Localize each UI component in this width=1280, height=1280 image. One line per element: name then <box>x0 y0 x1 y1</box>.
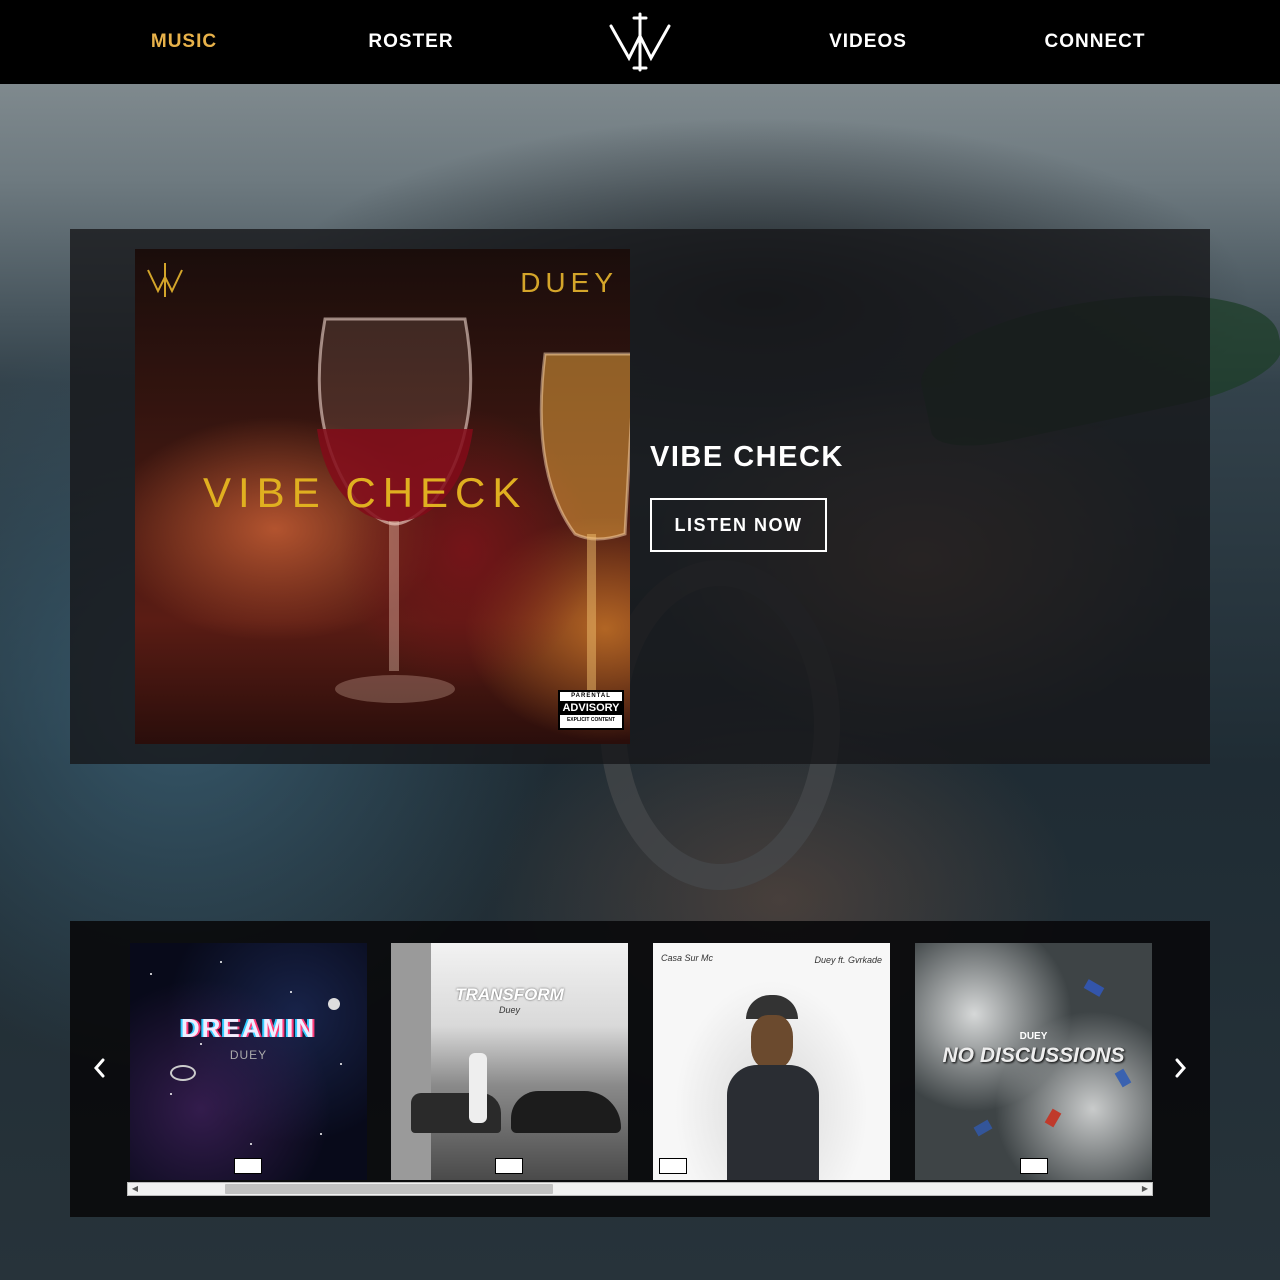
album-tile-transform[interactable]: TRANSFORM Duey <box>391 943 628 1180</box>
jacket-silhouette <box>727 1065 819 1180</box>
listen-now-button[interactable]: LISTEN NOW <box>650 498 827 552</box>
scroll-right-arrow-icon[interactable]: ▶ <box>1138 1183 1152 1195</box>
car-icon <box>1083 979 1105 997</box>
featured-album-cover[interactable]: DUEY VIBE CHECK PARENTAL ADVISORY EXPLIC… <box>135 249 630 744</box>
champagne-glass-illustration <box>539 352 630 694</box>
cover-title: VIBE CHECK <box>203 469 528 516</box>
planet-icon <box>170 1065 196 1081</box>
top-nav: MUSIC ROSTER VIDEOS CONNECT <box>0 0 1280 84</box>
featured-title: VIBE CHECK <box>650 441 844 473</box>
album-tile-casa-sur-mc[interactable]: Casa Sur Mc Duey ft. Gvrkade <box>653 943 890 1180</box>
wine-glass-illustration <box>317 317 473 703</box>
vv-monogram-logo-icon[interactable] <box>607 12 673 72</box>
nav-music[interactable]: MUSIC <box>124 0 244 84</box>
car-icon <box>1114 1068 1132 1088</box>
carousel-horizontal-scrollbar[interactable]: ◀ ▶ <box>127 1182 1153 1196</box>
chevron-right-icon[interactable] <box>1170 1053 1192 1083</box>
parental-advisory-badge: PARENTAL ADVISORY EXPLICIT CONTENT <box>558 690 624 730</box>
car-icon <box>1044 1108 1062 1128</box>
nav-videos[interactable]: VIDEOS <box>808 0 928 84</box>
person-silhouette <box>469 1053 487 1123</box>
parental-advisory-badge <box>495 1158 523 1174</box>
cover-artist-name: DUEY <box>520 267 618 298</box>
chevron-left-icon[interactable] <box>88 1053 110 1083</box>
moon-icon <box>328 998 340 1010</box>
parental-advisory-badge <box>659 1158 687 1174</box>
nav-connect[interactable]: CONNECT <box>1035 0 1155 84</box>
album-tile-dreamin[interactable]: DREAMIN DUEY <box>130 943 367 1180</box>
face-silhouette <box>751 1015 793 1069</box>
car-silhouette <box>411 1093 501 1133</box>
parental-advisory-badge <box>1020 1158 1048 1174</box>
car-silhouette <box>511 1091 621 1133</box>
scrollbar-thumb[interactable] <box>225 1184 553 1194</box>
parental-advisory-badge <box>234 1158 262 1174</box>
scroll-left-arrow-icon[interactable]: ◀ <box>128 1183 142 1195</box>
nav-roster[interactable]: ROSTER <box>351 0 471 84</box>
featured-release-panel: DUEY VIBE CHECK PARENTAL ADVISORY EXPLIC… <box>70 229 1210 764</box>
car-icon <box>973 1119 993 1137</box>
cover-logo-icon <box>145 261 185 299</box>
album-tile-no-discussions[interactable]: DUEY NO DISCUSSIONS <box>915 943 1152 1180</box>
album-carousel: DREAMIN DUEY TRANSFORM Duey Casa Sur Mc … <box>70 921 1210 1217</box>
